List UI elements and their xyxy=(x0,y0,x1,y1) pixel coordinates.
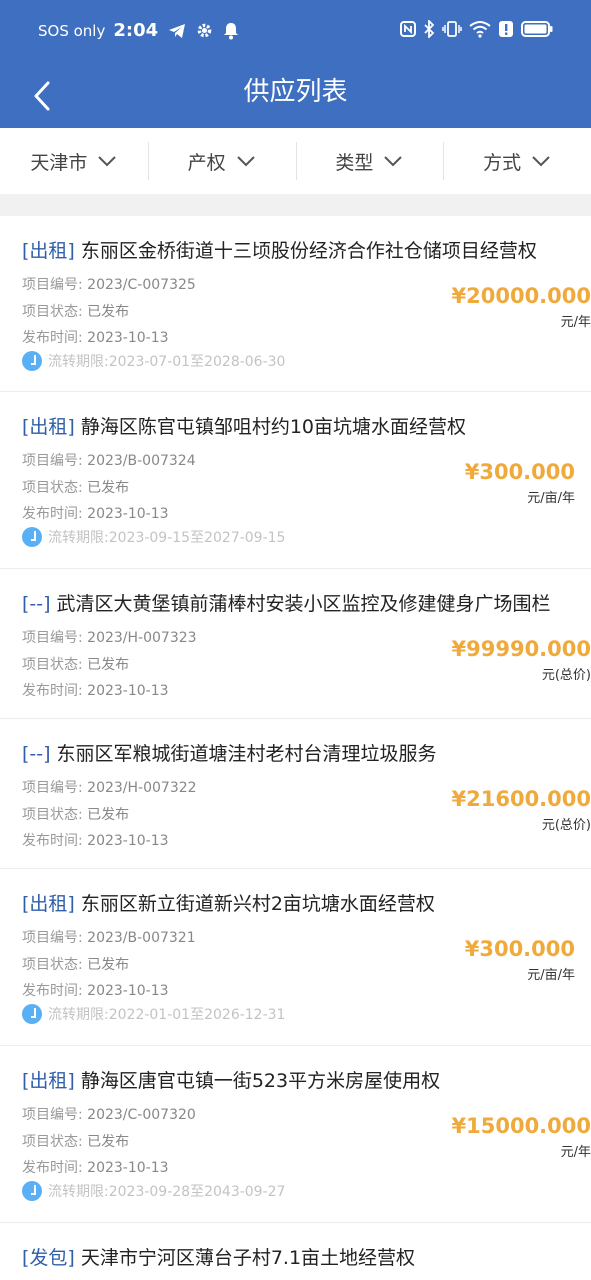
filter-bar: 天津市 产权 类型 方式 xyxy=(0,128,591,194)
item-status: 项目状态: 已发布 xyxy=(22,657,130,673)
list-item[interactable]: [发包] 天津市宁河区薄台子村7.1亩土地经营权 xyxy=(0,1223,591,1280)
item-period: 流转期限:2023-07-01至2028-06-30 xyxy=(22,351,285,371)
item-tag: [出租] xyxy=(22,416,75,438)
filter-method[interactable]: 方式 xyxy=(443,128,591,194)
list-item[interactable]: [出租] 东丽区新立街道新兴村2亩坑塘水面经营权 项目编号: 2023/B-007… xyxy=(0,869,591,1046)
item-title: [--] 武清区大黄堡镇前蒲棒村安装小区监控及修建健身广场围栏 xyxy=(22,593,551,615)
list-item[interactable]: [出租] 静海区唐官屯镇一街523平方米房屋使用权 项目编号: 2023/C-00… xyxy=(0,1046,591,1223)
item-published: 发布时间: 2023-10-13 xyxy=(22,506,169,522)
status-bar: SOS only 2:04 xyxy=(0,0,591,66)
item-title: [出租] 静海区陈官屯镇邹咀村约10亩坑塘水面经营权 xyxy=(22,416,467,438)
filter-type[interactable]: 类型 xyxy=(295,128,444,194)
telegram-icon xyxy=(169,23,186,38)
clock-icon xyxy=(22,1181,42,1201)
item-tag: [出租] xyxy=(22,1070,75,1092)
item-title: [出租] 东丽区金桥街道十三顷股份经济合作社仓储项目经营权 xyxy=(22,240,537,262)
back-button[interactable] xyxy=(22,76,62,116)
item-published: 发布时间: 2023-10-13 xyxy=(22,833,169,849)
chevron-left-icon xyxy=(34,81,50,111)
clock-icon xyxy=(22,351,42,371)
item-tag: [出租] xyxy=(22,240,75,262)
item-price: ¥21600.000 元(总价) xyxy=(451,787,591,833)
page-title: 供应列表 xyxy=(243,77,348,107)
chevron-down-icon xyxy=(236,156,255,167)
header-bar: SOS only 2:04 供应列表 xyxy=(0,0,591,128)
item-tag: [发包] xyxy=(22,1247,75,1269)
item-code: 项目编号: 2023/B-007324 xyxy=(22,453,196,469)
item-code: 项目编号: 2023/B-007321 xyxy=(22,930,196,946)
item-code: 项目编号: 2023/H-007322 xyxy=(22,780,197,796)
chevron-down-icon xyxy=(384,156,403,167)
item-period: 流转期限:2022-01-01至2026-12-31 xyxy=(22,1004,285,1024)
chevron-down-icon xyxy=(532,156,550,167)
item-status: 项目状态: 已发布 xyxy=(22,807,130,823)
clock-icon xyxy=(22,527,42,547)
filter-region[interactable]: 天津市 xyxy=(0,128,148,194)
item-tag: [出租] xyxy=(22,893,75,915)
section-divider xyxy=(0,194,591,216)
item-status: 项目状态: 已发布 xyxy=(22,480,130,496)
item-published: 发布时间: 2023-10-13 xyxy=(22,983,169,999)
list-item[interactable]: [--] 东丽区军粮城街道塘洼村老村台清理垃圾服务 项目编号: 2023/H-00… xyxy=(0,719,591,869)
item-published: 发布时间: 2023-10-13 xyxy=(22,683,169,699)
alert-icon xyxy=(499,21,513,37)
item-title: [发包] 天津市宁河区薄台子村7.1亩土地经营权 xyxy=(22,1247,416,1269)
chevron-down-icon xyxy=(98,156,117,167)
item-status: 项目状态: 已发布 xyxy=(22,957,130,973)
item-price: ¥300.000 元/亩/年 xyxy=(464,937,575,983)
item-price: ¥15000.000 元/年 xyxy=(451,1114,591,1160)
item-tag: [--] xyxy=(22,743,51,765)
gear-icon xyxy=(197,23,212,38)
bluetooth-icon xyxy=(424,20,435,38)
item-price: ¥20000.000 元/年 xyxy=(451,284,591,330)
list-item[interactable]: [出租] 静海区陈官屯镇邹咀村约10亩坑塘水面经营权 项目编号: 2023/B-0… xyxy=(0,392,591,569)
supply-list: [出租] 东丽区金桥街道十三顷股份经济合作社仓储项目经营权 项目编号: 2023/… xyxy=(0,216,591,1280)
nfc-icon xyxy=(400,21,416,37)
list-item[interactable]: [--] 武清区大黄堡镇前蒲棒村安装小区监控及修建健身广场围栏 项目编号: 202… xyxy=(0,569,591,719)
nav-bar: 供应列表 xyxy=(0,66,591,128)
item-period: 流转期限:2023-09-15至2027-09-15 xyxy=(22,527,285,547)
item-published: 发布时间: 2023-10-13 xyxy=(22,330,169,346)
item-status: 项目状态: 已发布 xyxy=(22,1134,130,1150)
item-tag: [--] xyxy=(22,593,51,615)
item-code: 项目编号: 2023/C-007325 xyxy=(22,277,196,293)
item-status: 项目状态: 已发布 xyxy=(22,304,130,320)
filter-label: 产权 xyxy=(187,151,226,174)
carrier-text: SOS only xyxy=(38,21,106,40)
item-period: 流转期限:2023-09-28至2043-09-27 xyxy=(22,1181,285,1201)
vibrate-icon xyxy=(442,21,462,37)
bell-icon xyxy=(224,22,239,39)
item-code: 项目编号: 2023/C-007320 xyxy=(22,1107,196,1123)
filter-label: 方式 xyxy=(483,151,522,174)
item-title: [出租] 静海区唐官屯镇一街523平方米房屋使用权 xyxy=(22,1070,441,1092)
item-price: ¥99990.000 元(总价) xyxy=(451,637,591,683)
list-item[interactable]: [出租] 东丽区金桥街道十三顷股份经济合作社仓储项目经营权 项目编号: 2023/… xyxy=(0,216,591,392)
battery-icon xyxy=(521,21,553,37)
item-published: 发布时间: 2023-10-13 xyxy=(22,1160,169,1176)
clock-icon xyxy=(22,1004,42,1024)
filter-label: 天津市 xyxy=(30,151,88,174)
item-price: ¥300.000 元/亩/年 xyxy=(464,460,575,506)
filter-property-right[interactable]: 产权 xyxy=(147,128,296,194)
clock-time: 2:04 xyxy=(113,20,159,41)
item-title: [出租] 东丽区新立街道新兴村2亩坑塘水面经营权 xyxy=(22,893,435,915)
filter-label: 类型 xyxy=(335,151,374,174)
item-title: [--] 东丽区军粮城街道塘洼村老村台清理垃圾服务 xyxy=(22,743,437,765)
item-code: 项目编号: 2023/H-007323 xyxy=(22,630,197,646)
wifi-icon xyxy=(469,21,491,38)
